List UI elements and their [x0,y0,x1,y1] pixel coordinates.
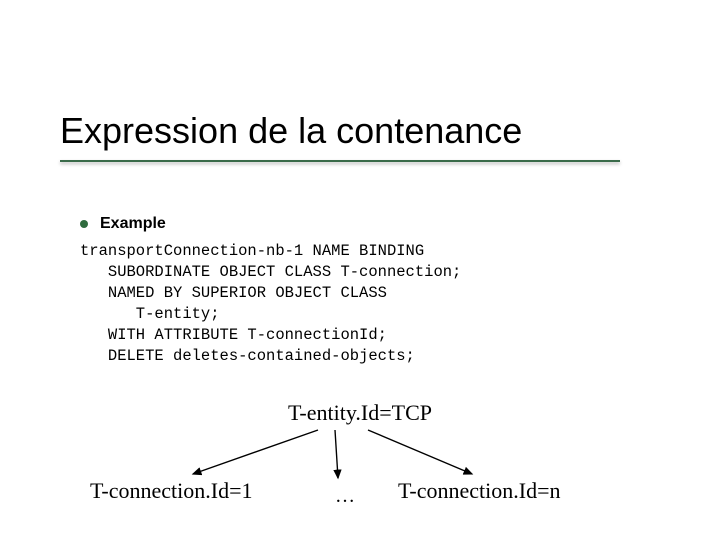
bullet-label: Example [100,215,166,233]
bullet-row: Example [80,215,640,233]
slide-title: Expression de la contenance [60,110,522,152]
tree-root-label: T-entity.Id=TCP [288,400,432,426]
body-content: Example transportConnection-nb-1 NAME BI… [80,215,640,367]
bullet-icon [80,220,88,228]
title-underline [60,160,620,162]
slide: Expression de la contenance Example tran… [0,0,720,540]
tree-leaf-left: T-connection.Id=1 [90,478,253,504]
tree-dots: … [335,485,355,508]
tree-diagram: T-entity.Id=TCP T-connection.Id=1 … T-co… [0,400,720,530]
code-block: transportConnection-nb-1 NAME BINDING SU… [80,241,640,367]
tree-leaf-right: T-connection.Id=n [398,478,561,504]
